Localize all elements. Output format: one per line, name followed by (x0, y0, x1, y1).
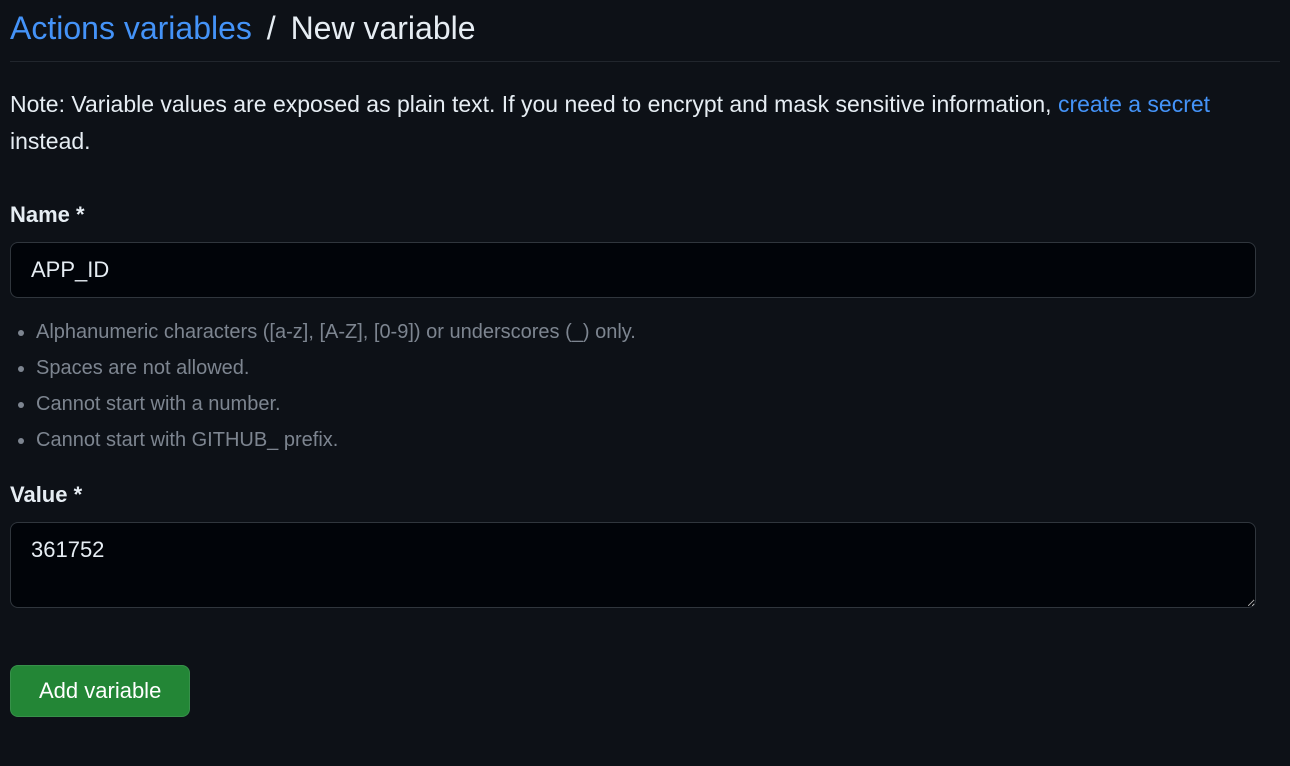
name-hint-item: Cannot start with a number. (36, 388, 1280, 420)
name-input[interactable] (10, 242, 1256, 298)
name-hint-item: Spaces are not allowed. (36, 352, 1280, 384)
value-field-group: Value * 361752 (10, 482, 1280, 613)
value-label: Value * (10, 482, 1280, 508)
note-text: Note: Variable values are exposed as pla… (10, 86, 1280, 160)
add-variable-button[interactable]: Add variable (10, 665, 190, 717)
breadcrumb-current: New variable (291, 10, 476, 46)
name-hint-item: Alphanumeric characters ([a-z], [A-Z], [… (36, 316, 1280, 348)
value-input[interactable]: 361752 (10, 522, 1256, 608)
note-suffix: instead. (10, 128, 91, 154)
create-secret-link[interactable]: create a secret (1058, 91, 1210, 117)
breadcrumb-parent-link[interactable]: Actions variables (10, 10, 252, 46)
name-field-group: Name * Alphanumeric characters ([a-z], [… (10, 202, 1280, 456)
breadcrumb-separator: / (267, 10, 276, 46)
breadcrumb: Actions variables / New variable (10, 10, 1280, 62)
note-prefix: Note: Variable values are exposed as pla… (10, 91, 1058, 117)
name-hint-item: Cannot start with GITHUB_ prefix. (36, 424, 1280, 456)
name-hints-list: Alphanumeric characters ([a-z], [A-Z], [… (10, 316, 1280, 456)
name-label: Name * (10, 202, 1280, 228)
